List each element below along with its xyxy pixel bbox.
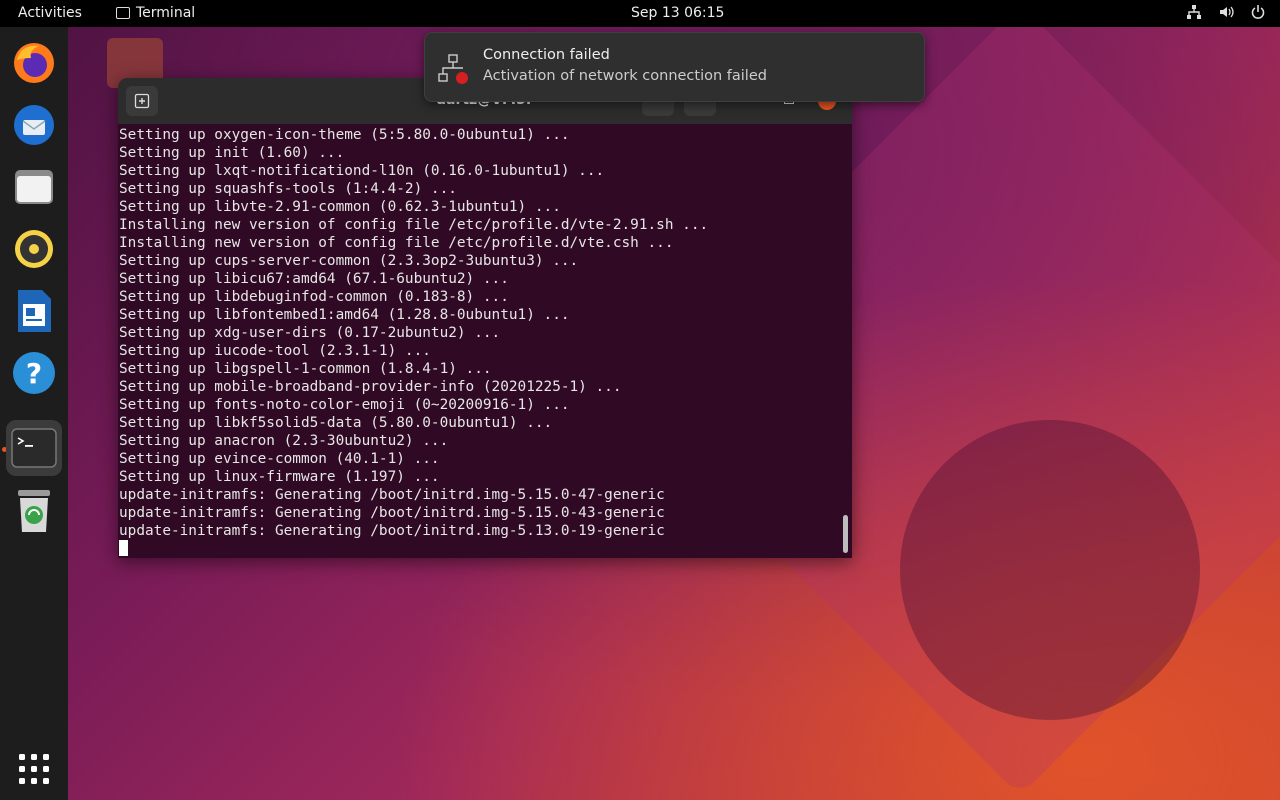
terminal-line: Setting up anacron (2.3-30ubuntu2) ... — [119, 433, 449, 449]
dock: ? — [0, 27, 68, 800]
dock-item-help[interactable]: ? — [6, 345, 62, 401]
dock-item-thunderbird[interactable] — [6, 97, 62, 153]
app-menu[interactable]: Terminal — [116, 5, 195, 21]
terminal-line: Setting up libvte-2.91-common (0.62.3-1u… — [119, 199, 561, 215]
dock-item-files[interactable] — [6, 159, 62, 215]
firefox-icon — [14, 43, 54, 83]
terminal-line: Setting up iucode-tool (2.3.1-1) ... — [119, 343, 431, 359]
notification-banner[interactable]: Connection failed Activation of network … — [424, 32, 925, 102]
clock[interactable]: Sep 13 06:15 — [631, 5, 724, 21]
terminal-line: Setting up linux-firmware (1.197) ... — [119, 469, 440, 485]
dock-item-writer[interactable] — [6, 283, 62, 339]
app-menu-label: Terminal — [136, 5, 196, 21]
system-tray[interactable] — [1186, 4, 1266, 20]
dock-item-terminal[interactable] — [6, 420, 62, 476]
terminal-line: Setting up squashfs-tools (1:4.4-2) ... — [119, 181, 457, 197]
svg-text:?: ? — [26, 357, 42, 390]
terminal-icon — [11, 428, 57, 468]
terminal-line: Setting up libdebuginfod-common (0.183-8… — [119, 289, 509, 305]
libreoffice-writer-icon — [18, 290, 51, 332]
notification-body: Activation of network connection failed — [483, 68, 767, 84]
terminal-line: Setting up oxygen-icon-theme (5:5.80.0-0… — [119, 127, 570, 143]
terminal-line: update-initramfs: Generating /boot/initr… — [119, 487, 665, 503]
terminal-window[interactable]: dartz@VM5: ~ Setting up oxygen-icon-them… — [118, 78, 852, 558]
notification-title: Connection failed — [483, 47, 610, 63]
trash-icon — [18, 490, 50, 532]
terminal-line: Setting up libgspell-1-common (1.8.4-1) … — [119, 361, 492, 377]
top-bar: Activities Terminal Sep 13 06:15 — [0, 0, 1280, 27]
volume-icon[interactable] — [1218, 4, 1234, 20]
terminal-line: update-initramfs: Generating /boot/initr… — [119, 523, 665, 539]
terminal-line: Setting up xdg-user-dirs (0.17-2ubuntu2)… — [119, 325, 501, 341]
terminal-line: update-initramfs: Generating /boot/initr… — [119, 505, 665, 521]
terminal-output[interactable]: Setting up oxygen-icon-theme (5:5.80.0-0… — [119, 126, 839, 556]
show-applications-button[interactable] — [6, 741, 62, 797]
text-cursor — [119, 540, 128, 556]
new-tab-button[interactable] — [126, 86, 158, 116]
terminal-icon — [116, 7, 130, 19]
dock-item-firefox[interactable] — [6, 35, 62, 91]
terminal-line: Setting up fonts-noto-color-emoji (0~202… — [119, 397, 570, 413]
terminal-line: Setting up lxqt-notificationd-l10n (0.16… — [119, 163, 605, 179]
power-icon[interactable] — [1250, 4, 1266, 20]
files-icon — [15, 170, 53, 204]
scrollbar[interactable] — [843, 515, 848, 553]
network-icon[interactable] — [1186, 4, 1202, 20]
terminal-line: Installing new version of config file /e… — [119, 217, 709, 233]
thunderbird-icon — [14, 105, 54, 145]
terminal-prompt-line[interactable] — [119, 540, 839, 558]
rhythmbox-icon — [15, 230, 53, 268]
new-tab-icon — [134, 93, 150, 109]
wallpaper-shape — [900, 420, 1200, 720]
terminal-line: Installing new version of config file /e… — [119, 235, 674, 251]
terminal-line: Setting up libkf5solid5-data (5.80.0-0ub… — [119, 415, 553, 431]
network-error-icon — [438, 54, 468, 84]
apps-grid-icon — [19, 754, 49, 784]
dock-item-rhythmbox[interactable] — [6, 221, 62, 277]
terminal-line: Setting up cups-server-common (2.3.3op2-… — [119, 253, 579, 269]
terminal-line: Setting up evince-common (40.1-1) ... — [119, 451, 440, 467]
help-icon: ? — [13, 352, 55, 394]
dock-item-trash[interactable] — [6, 483, 62, 539]
terminal-line: Setting up libfontembed1:amd64 (1.28.8-0… — [119, 307, 570, 323]
terminal-line: Setting up libicu67:amd64 (67.1-6ubuntu2… — [119, 271, 509, 287]
activities-button[interactable]: Activities — [18, 5, 82, 21]
terminal-line: Setting up init (1.60) ... — [119, 145, 345, 161]
terminal-line: Setting up mobile-broadband-provider-inf… — [119, 379, 622, 395]
